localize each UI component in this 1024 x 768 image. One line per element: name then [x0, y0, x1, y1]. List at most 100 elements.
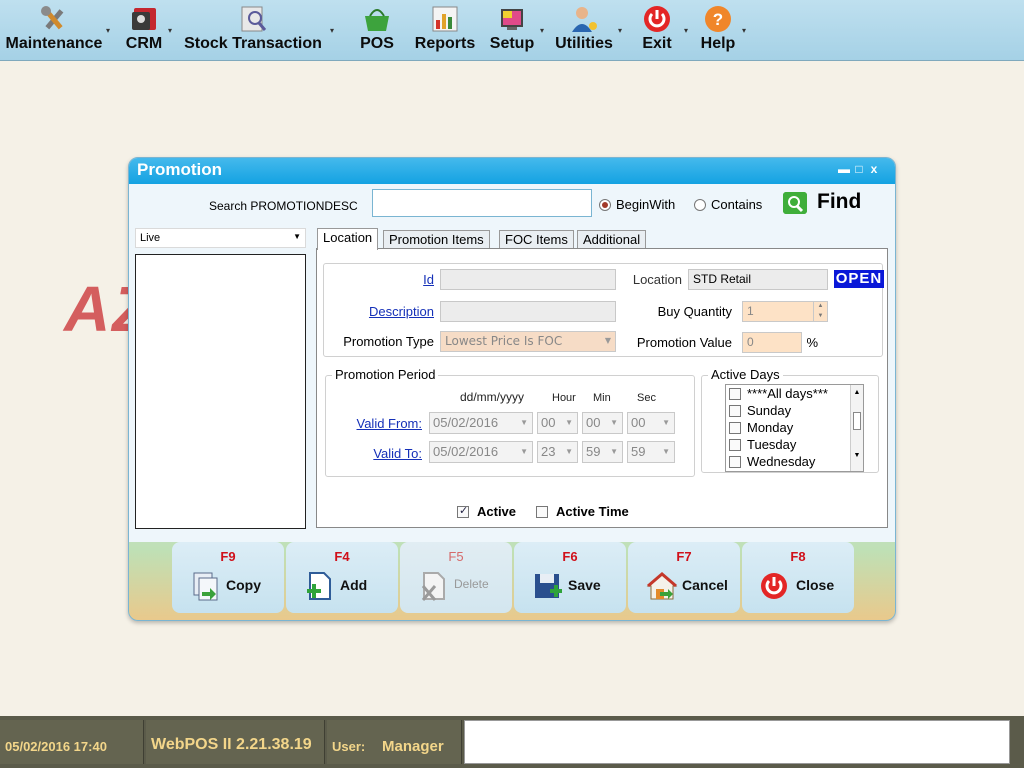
chevron-down-icon[interactable]: ▾	[618, 26, 626, 35]
active-checkbox[interactable]	[457, 504, 469, 518]
save-icon	[535, 574, 562, 598]
menu-pos[interactable]: POS	[356, 0, 398, 60]
valid-from-min[interactable]: 00 ▼	[582, 412, 623, 434]
cancel-button[interactable]: F7 Cancel	[628, 542, 740, 613]
chevron-down-icon: ▼	[565, 418, 573, 427]
setup-icon	[501, 9, 523, 30]
active-days-list[interactable]: ****All days*** Sunday Monday Tuesday We…	[725, 384, 864, 472]
promotion-list[interactable]	[135, 254, 306, 529]
day-checkbox[interactable]	[729, 405, 741, 417]
menu-help[interactable]: ? Help	[698, 0, 738, 60]
id-field[interactable]	[440, 269, 616, 290]
menu-reports[interactable]: Reports	[412, 0, 478, 60]
description-link[interactable]: Description	[344, 304, 434, 319]
description-field[interactable]	[440, 301, 616, 322]
scroll-up-icon[interactable]: ▲	[851, 389, 863, 396]
chevron-down-icon[interactable]: ▾	[106, 26, 114, 35]
chevron-down-icon[interactable]: ▾	[168, 26, 176, 35]
status-filter-select[interactable]: Live ▼	[135, 228, 306, 248]
valid-to-min[interactable]: 59 ▼	[582, 441, 623, 463]
chevron-down-icon[interactable]: ▾	[540, 26, 548, 35]
add-button[interactable]: F4 Add	[286, 542, 398, 613]
menu-crm[interactable]: CRM	[122, 0, 166, 60]
spin-arrows-icon[interactable]: ▲ ▼	[813, 302, 827, 321]
chevron-down-icon: ▼	[520, 418, 528, 427]
valid-from-hour[interactable]: 00 ▼	[537, 412, 578, 434]
menu-exit[interactable]: Exit	[638, 0, 676, 60]
find-button[interactable]: Find	[783, 190, 873, 216]
valid-from-link[interactable]: Valid From:	[346, 416, 423, 431]
window-title: Promotion	[137, 160, 222, 179]
valid-to-date[interactable]: 05/02/2016 ▼	[429, 441, 533, 463]
window-titlebar[interactable]: Promotion ▬ □ x	[129, 158, 895, 184]
svg-text:?: ?	[713, 10, 723, 29]
save-button[interactable]: F6 Save	[514, 542, 626, 613]
chevron-down-icon: ▼	[662, 418, 670, 427]
menu-utilities[interactable]: Utilities	[554, 0, 614, 60]
promotion-period-title: Promotion Period	[332, 367, 439, 382]
location-tab-panel: Id Location STD Retail OPEN Description …	[316, 248, 888, 528]
id-link[interactable]: Id	[414, 272, 434, 287]
min-header: Min	[593, 392, 611, 404]
day-checkbox[interactable]	[729, 439, 741, 451]
menu-label: Help	[700, 35, 736, 52]
stock-icon	[241, 6, 267, 32]
delete-button[interactable]: F5 Delete	[400, 542, 512, 613]
day-label: Monday	[747, 420, 794, 435]
copy-icon	[193, 572, 218, 601]
menu-maintenance[interactable]: Maintenance	[4, 0, 104, 60]
details-group: Id Location STD Retail OPEN Description …	[323, 263, 884, 357]
valid-from-date[interactable]: 05/02/2016 ▼	[429, 412, 533, 434]
list-item[interactable]: ****All days***	[729, 386, 828, 403]
close-window-button[interactable]: x	[868, 162, 880, 176]
chevron-down-icon: ▼	[293, 232, 301, 241]
promotion-type-select[interactable]: Lowest Price Is FOC ▼	[440, 331, 616, 352]
copy-button[interactable]: F9 Copy	[172, 542, 284, 613]
shortcut-key: F8	[790, 549, 806, 564]
chevron-down-icon[interactable]: ▾	[684, 26, 692, 35]
tab-location[interactable]: Location	[317, 228, 379, 250]
day-checkbox[interactable]	[729, 388, 741, 400]
menu-label: CRM	[125, 35, 163, 52]
active-time-label: Active Time	[556, 504, 629, 519]
list-item[interactable]: Sunday	[729, 403, 791, 420]
valid-to-link[interactable]: Valid To:	[346, 446, 422, 461]
location-field[interactable]: STD Retail	[688, 269, 828, 290]
buy-quantity-stepper[interactable]: 1 ▲ ▼	[742, 301, 828, 322]
promotion-value-field[interactable]: 0	[742, 332, 802, 353]
days-scrollbar[interactable]: ▲ ▼	[850, 385, 863, 471]
status-badge: OPEN	[834, 270, 884, 288]
active-time-checkbox[interactable]	[536, 506, 548, 518]
status-filter-value: Live	[140, 232, 161, 244]
menu-stock-transaction[interactable]: Stock Transaction	[182, 0, 324, 60]
list-item[interactable]: Wednesday	[729, 454, 815, 471]
list-item[interactable]: Tuesday	[729, 437, 796, 454]
day-checkbox[interactable]	[729, 456, 741, 468]
minimize-button[interactable]: ▬	[838, 162, 850, 176]
tab-promotion-items[interactable]: Promotion Items	[383, 230, 490, 249]
maximize-button[interactable]: □	[853, 162, 865, 176]
chevron-down-icon[interactable]: ▾	[742, 26, 750, 35]
valid-to-sec[interactable]: 59 ▼	[627, 441, 675, 463]
menu-setup[interactable]: Setup	[488, 0, 536, 60]
promotion-window: Promotion ▬ □ x Search PROMOTIONDESC Beg…	[128, 157, 896, 621]
promotion-period-group: Promotion Period dd/mm/yyyy Hour Min Sec…	[325, 367, 695, 477]
list-item[interactable]: Monday	[729, 420, 793, 437]
close-label: Close	[796, 577, 835, 593]
tab-foc-items[interactable]: FOC Items	[499, 230, 574, 249]
contains-radio[interactable]	[694, 199, 706, 211]
valid-from-min-value: 00	[586, 415, 601, 430]
beginwith-radio[interactable]	[599, 199, 611, 211]
scroll-thumb[interactable]	[853, 412, 861, 430]
chevron-down-icon[interactable]: ▾	[330, 26, 338, 35]
close-button[interactable]: F8 Close	[742, 542, 854, 613]
scroll-down-icon[interactable]: ▼	[851, 452, 863, 459]
tab-additional[interactable]: Additional	[577, 230, 647, 249]
valid-from-sec[interactable]: 00 ▼	[627, 412, 675, 434]
shortcut-key: F4	[334, 549, 350, 564]
tools-icon	[41, 6, 64, 30]
valid-to-hour[interactable]: 23 ▼	[537, 441, 578, 463]
cancel-label: Cancel	[682, 577, 728, 593]
search-input[interactable]	[372, 189, 592, 217]
day-checkbox[interactable]	[729, 422, 741, 434]
